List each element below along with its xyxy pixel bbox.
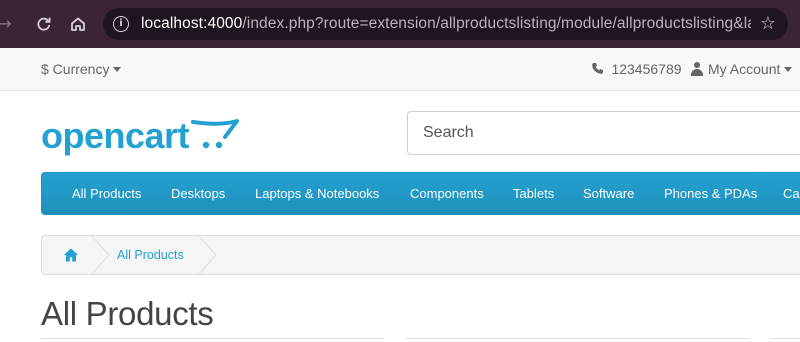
- account-label: My Account: [708, 61, 781, 77]
- cart-logo-icon: [191, 117, 239, 156]
- breadcrumb-link-all-products[interactable]: All Products: [117, 236, 184, 274]
- home-icon[interactable]: [67, 13, 89, 35]
- reload-icon[interactable]: [33, 13, 55, 35]
- info-icon[interactable]: i: [113, 16, 129, 32]
- menu-item-tablets[interactable]: Tablets: [513, 173, 554, 214]
- currency-dropdown[interactable]: $ Currency: [41, 48, 122, 90]
- search-box: [407, 111, 800, 155]
- menu-item-cameras[interactable]: Ca: [783, 173, 800, 214]
- account-dropdown[interactable]: My Account: [691, 48, 793, 90]
- home-icon[interactable]: [63, 247, 79, 263]
- browser-toolbar: → i localhost:4000/index.php?route=exten…: [0, 0, 800, 48]
- star-icon[interactable]: ☆: [757, 13, 779, 35]
- menu-item-laptops-notebooks[interactable]: Laptops & Notebooks: [255, 173, 379, 214]
- forward-icon[interactable]: →: [0, 13, 16, 35]
- product-card[interactable]: [771, 338, 800, 342]
- breadcrumb-separator: [197, 234, 217, 276]
- phone-number: 123456789: [611, 61, 682, 77]
- phone-icon: [591, 62, 608, 78]
- url-path: /index.php?route=extension/allproductsli…: [242, 15, 751, 32]
- menu-item-components[interactable]: Components: [410, 173, 484, 214]
- user-icon: [691, 61, 703, 76]
- logo[interactable]: opencart: [41, 113, 241, 158]
- menu-item-phones-pdas[interactable]: Phones & PDAs: [664, 173, 757, 214]
- url-text[interactable]: localhost:4000/index.php?route=extension…: [141, 8, 751, 40]
- caret-down-icon: [784, 66, 793, 72]
- menu-item-desktops[interactable]: Desktops: [171, 173, 225, 214]
- top-bar: $ Currency 123456789 My Account: [0, 48, 800, 91]
- menu-item-all-products[interactable]: All Products: [72, 173, 141, 214]
- page-title: All Products: [41, 295, 214, 332]
- breadcrumb-separator: [90, 234, 110, 276]
- menu-item-software[interactable]: Software: [583, 173, 634, 214]
- currency-label: $ Currency: [41, 61, 110, 77]
- product-card[interactable]: [406, 338, 749, 342]
- caret-down-icon: [113, 66, 122, 72]
- url-host: localhost:4000: [141, 15, 243, 32]
- product-card[interactable]: [41, 338, 384, 342]
- breadcrumb: All Products: [41, 234, 800, 276]
- logo-text: opencart: [41, 115, 190, 156]
- address-bar[interactable]: i localhost:4000/index.php?route=extensi…: [103, 8, 788, 40]
- main-menu: All Products Desktops Laptops & Notebook…: [41, 172, 800, 215]
- phone-link[interactable]: 123456789: [591, 48, 682, 90]
- search-input[interactable]: [408, 112, 800, 154]
